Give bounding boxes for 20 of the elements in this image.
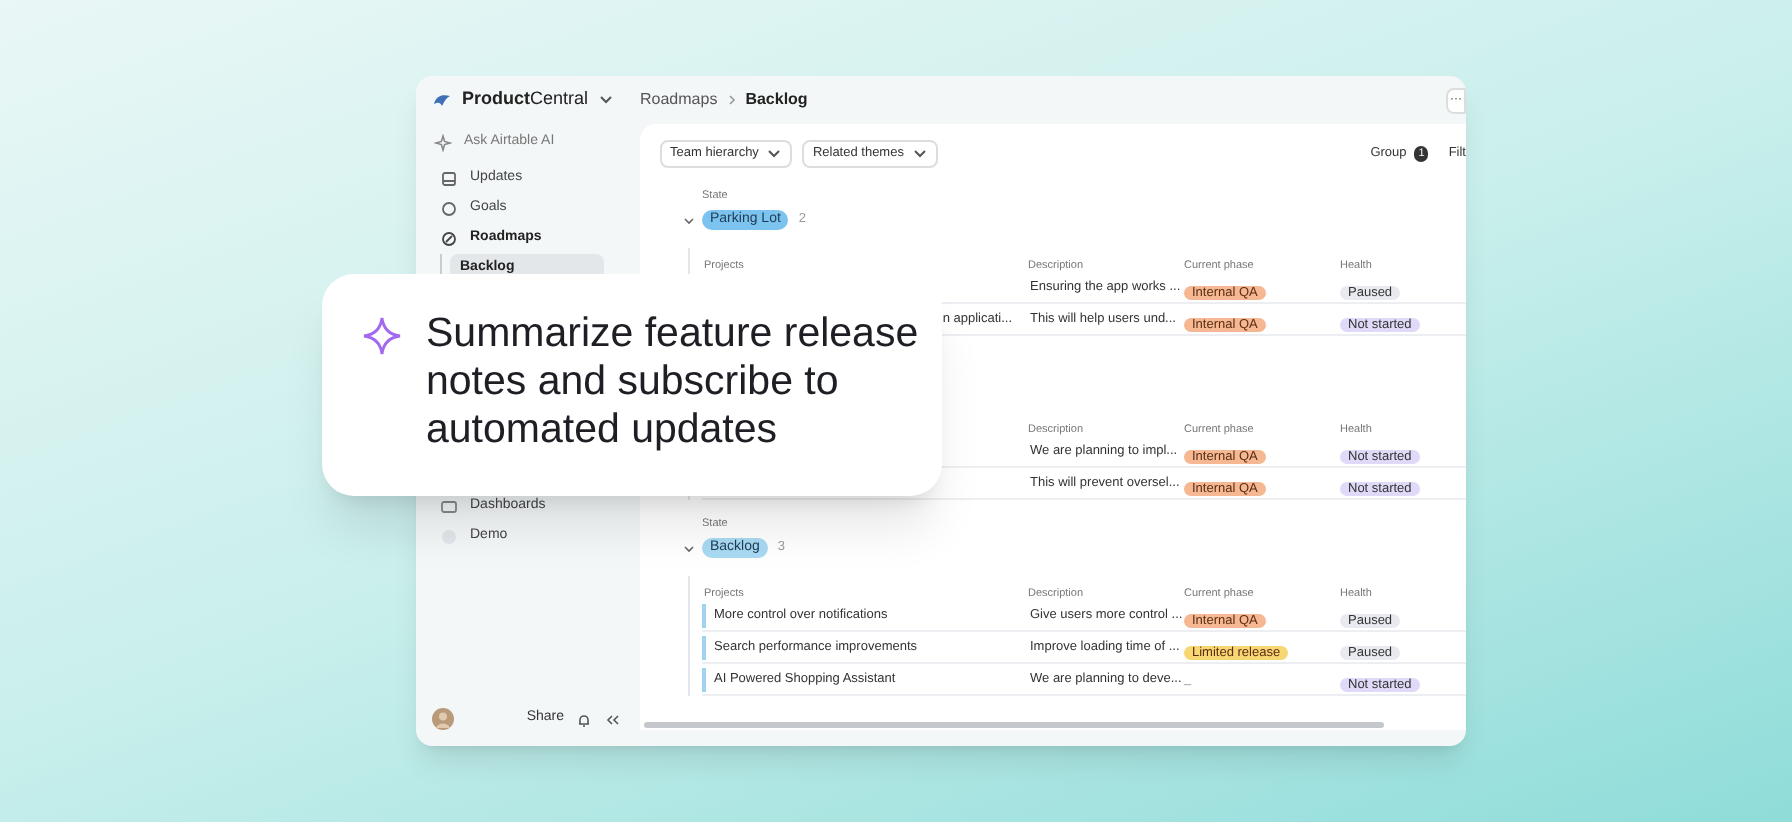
chevron-down-icon bbox=[911, 146, 928, 162]
bell-icon bbox=[576, 711, 592, 727]
breadcrumb-link[interactable]: Roadmaps bbox=[640, 88, 718, 112]
chevron-down-icon bbox=[682, 213, 696, 227]
chevron-down-icon bbox=[766, 146, 783, 162]
breadcrumb-link[interactable]: Backlog bbox=[745, 88, 808, 112]
chevron-down-icon bbox=[598, 92, 615, 108]
inbox-icon bbox=[440, 170, 458, 188]
compass-icon bbox=[440, 230, 458, 248]
avatar-icon bbox=[432, 708, 454, 730]
chevron-right-icon bbox=[723, 92, 740, 108]
sparkle-icon bbox=[362, 316, 402, 356]
logo-icon bbox=[432, 92, 452, 108]
circle-icon bbox=[440, 200, 458, 218]
scrollbar[interactable] bbox=[644, 722, 1384, 728]
collapse-icon bbox=[604, 711, 620, 727]
sparkle-icon bbox=[434, 133, 452, 151]
workspace-name[interactable]: ProductCentral bbox=[462, 86, 589, 114]
monitor-icon bbox=[440, 498, 458, 516]
chevron-down-icon bbox=[682, 541, 696, 555]
